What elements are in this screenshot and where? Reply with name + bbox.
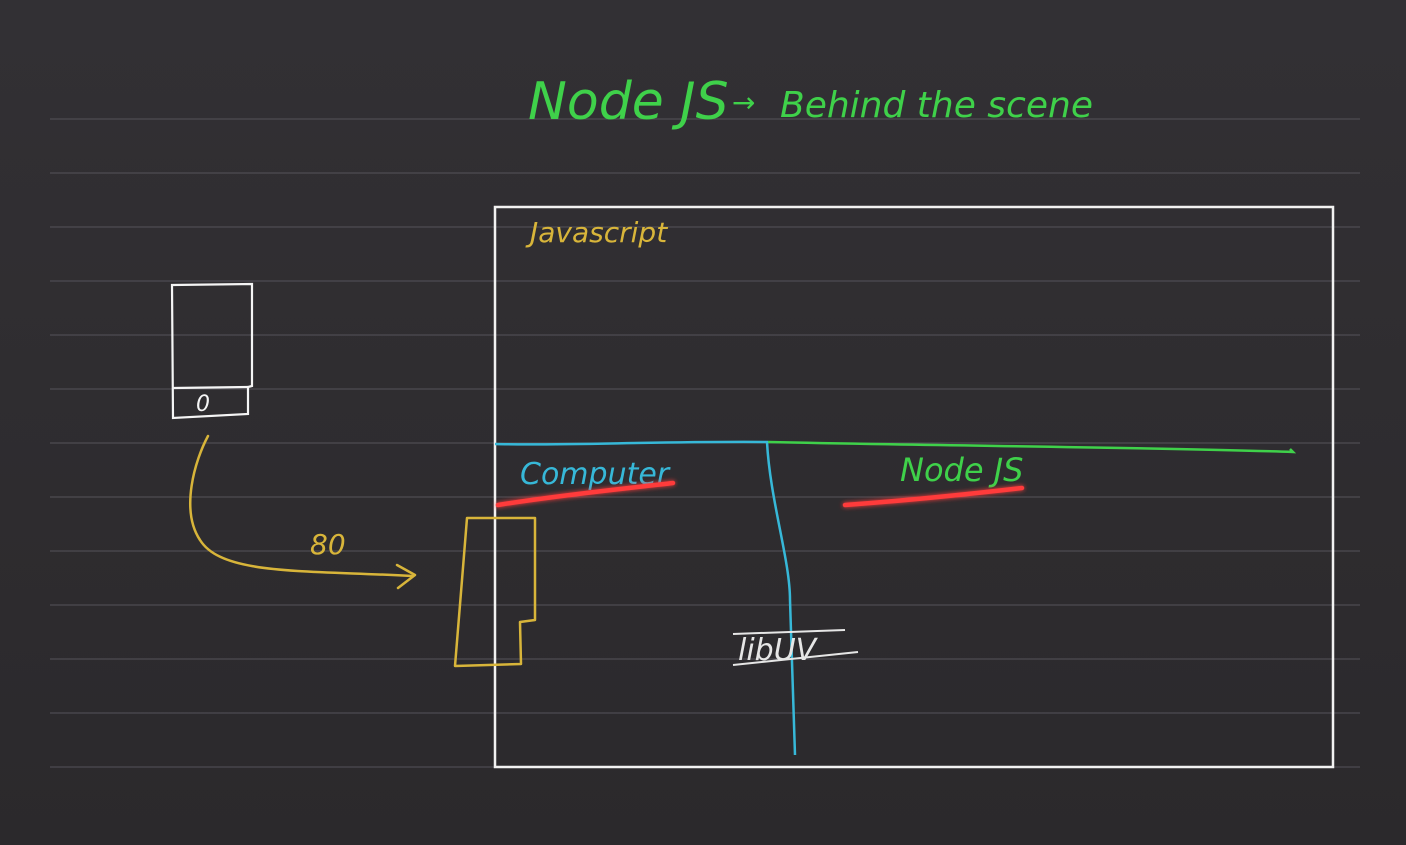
title: Node JS → Behind the scene (528, 72, 1093, 132)
computer-divider-line (494, 440, 769, 446)
phone-button-label: 0 (196, 392, 210, 417)
title-subtitle: Behind the scene (780, 85, 1093, 126)
request-arrow-line (189, 434, 414, 578)
port-label: 80 (310, 528, 346, 561)
javascript-label: Javascript (525, 216, 668, 249)
title-main: Node JS (528, 72, 729, 132)
title-arrow-icon: → (732, 86, 755, 119)
diagram-canvas: Node JS → Behind the scene Javascript Co… (50, 72, 1360, 769)
whiteboard: Node JS → Behind the scene Javascript Co… (0, 0, 1406, 845)
phone-icon: 0 (170, 282, 254, 420)
nodejs-label: Node JS (900, 451, 1023, 489)
vertical-divider-line (765, 441, 797, 756)
